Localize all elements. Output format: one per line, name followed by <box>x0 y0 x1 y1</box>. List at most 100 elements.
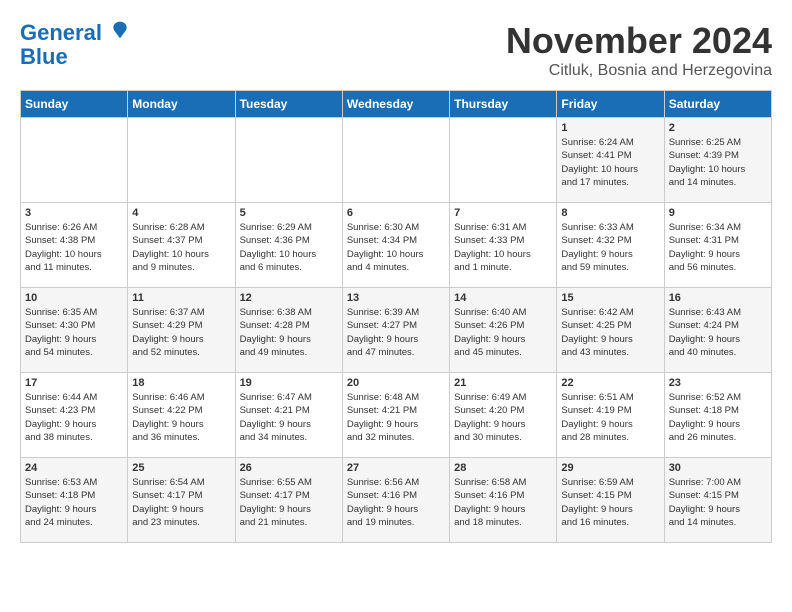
day-cell: 6 Sunrise: 6:30 AM Sunset: 4:34 PM Daylig… <box>342 203 449 288</box>
logo-text: General <box>20 20 130 45</box>
day-info: Sunrise: 6:49 AM Sunset: 4:20 PM Dayligh… <box>454 391 552 444</box>
day-cell: 12 Sunrise: 6:38 AM Sunset: 4:28 PM Dayli… <box>235 288 342 373</box>
day-info: Sunrise: 6:47 AM Sunset: 4:21 PM Dayligh… <box>240 391 338 444</box>
day-info: Sunrise: 6:35 AM Sunset: 4:30 PM Dayligh… <box>25 306 123 359</box>
day-info: Sunrise: 6:44 AM Sunset: 4:23 PM Dayligh… <box>25 391 123 444</box>
day-cell: 30Sunrise: 7:00 AM Sunset: 4:15 PM Dayli… <box>664 458 771 543</box>
day-number: 12 <box>240 292 338 304</box>
day-cell: 14 Sunrise: 6:40 AM Sunset: 4:26 PM Dayli… <box>450 288 557 373</box>
header-monday: Monday <box>128 91 235 118</box>
header-wednesday: Wednesday <box>342 91 449 118</box>
day-info: Sunrise: 6:56 AM Sunset: 4:16 PM Dayligh… <box>347 476 445 529</box>
day-cell: 8 Sunrise: 6:33 AM Sunset: 4:32 PM Daylig… <box>557 203 664 288</box>
day-info: Sunrise: 6:30 AM Sunset: 4:34 PM Dayligh… <box>347 221 445 274</box>
day-number: 26 <box>240 462 338 474</box>
day-cell: 17 Sunrise: 6:44 AM Sunset: 4:23 PM Dayli… <box>21 373 128 458</box>
day-cell: 13Sunrise: 6:39 AM Sunset: 4:27 PM Dayli… <box>342 288 449 373</box>
week-row-4: 17 Sunrise: 6:44 AM Sunset: 4:23 PM Dayli… <box>21 373 772 458</box>
day-number: 16 <box>669 292 767 304</box>
day-info: Sunrise: 6:38 AM Sunset: 4:28 PM Dayligh… <box>240 306 338 359</box>
day-number: 2 <box>669 122 767 134</box>
day-info: Sunrise: 6:39 AM Sunset: 4:27 PM Dayligh… <box>347 306 445 359</box>
week-row-2: 3Sunrise: 6:26 AM Sunset: 4:38 PM Daylig… <box>21 203 772 288</box>
day-number: 17 <box>25 377 123 389</box>
day-info: Sunrise: 6:53 AM Sunset: 4:18 PM Dayligh… <box>25 476 123 529</box>
day-info: Sunrise: 6:55 AM Sunset: 4:17 PM Dayligh… <box>240 476 338 529</box>
day-cell: 11 Sunrise: 6:37 AM Sunset: 4:29 PM Dayli… <box>128 288 235 373</box>
day-cell <box>235 118 342 203</box>
day-cell: 16 Sunrise: 6:43 AM Sunset: 4:24 PM Dayli… <box>664 288 771 373</box>
day-info: Sunrise: 6:46 AM Sunset: 4:22 PM Dayligh… <box>132 391 230 444</box>
month-title: November 2024 <box>506 20 772 62</box>
calendar-table: SundayMondayTuesdayWednesdayThursdayFrid… <box>20 90 772 543</box>
day-number: 28 <box>454 462 552 474</box>
day-cell: 3Sunrise: 6:26 AM Sunset: 4:38 PM Daylig… <box>21 203 128 288</box>
day-number: 15 <box>561 292 659 304</box>
day-number: 10 <box>25 292 123 304</box>
day-cell: 29 Sunrise: 6:59 AM Sunset: 4:15 PM Dayli… <box>557 458 664 543</box>
day-info: Sunrise: 6:52 AM Sunset: 4:18 PM Dayligh… <box>669 391 767 444</box>
day-info: Sunrise: 6:51 AM Sunset: 4:19 PM Dayligh… <box>561 391 659 444</box>
day-number: 27 <box>347 462 445 474</box>
day-info: Sunrise: 6:40 AM Sunset: 4:26 PM Dayligh… <box>454 306 552 359</box>
day-info: Sunrise: 6:59 AM Sunset: 4:15 PM Dayligh… <box>561 476 659 529</box>
day-number: 20 <box>347 377 445 389</box>
day-number: 19 <box>240 377 338 389</box>
day-number: 21 <box>454 377 552 389</box>
day-cell: 15 Sunrise: 6:42 AM Sunset: 4:25 PM Dayli… <box>557 288 664 373</box>
day-cell: 19 Sunrise: 6:47 AM Sunset: 4:21 PM Dayli… <box>235 373 342 458</box>
day-number: 14 <box>454 292 552 304</box>
header-thursday: Thursday <box>450 91 557 118</box>
day-cell: 7Sunrise: 6:31 AM Sunset: 4:33 PM Daylig… <box>450 203 557 288</box>
location-subtitle: Citluk, Bosnia and Herzegovina <box>506 62 772 80</box>
header-saturday: Saturday <box>664 91 771 118</box>
day-number: 6 <box>347 207 445 219</box>
header-friday: Friday <box>557 91 664 118</box>
day-info: Sunrise: 6:29 AM Sunset: 4:36 PM Dayligh… <box>240 221 338 274</box>
day-cell: 4Sunrise: 6:28 AM Sunset: 4:37 PM Daylig… <box>128 203 235 288</box>
header-tuesday: Tuesday <box>235 91 342 118</box>
title-section: November 2024 Citluk, Bosnia and Herzego… <box>506 20 772 80</box>
day-cell: 1 Sunrise: 6:24 AM Sunset: 4:41 PM Daylig… <box>557 118 664 203</box>
day-number: 25 <box>132 462 230 474</box>
day-cell <box>450 118 557 203</box>
day-info: Sunrise: 6:54 AM Sunset: 4:17 PM Dayligh… <box>132 476 230 529</box>
day-cell <box>342 118 449 203</box>
logo-line2: Blue <box>20 45 130 69</box>
day-number: 1 <box>561 122 659 134</box>
day-cell: 21 Sunrise: 6:49 AM Sunset: 4:20 PM Dayli… <box>450 373 557 458</box>
day-info: Sunrise: 6:24 AM Sunset: 4:41 PM Dayligh… <box>561 136 659 189</box>
day-number: 30 <box>669 462 767 474</box>
day-info: Sunrise: 6:48 AM Sunset: 4:21 PM Dayligh… <box>347 391 445 444</box>
day-number: 11 <box>132 292 230 304</box>
day-cell: 23 Sunrise: 6:52 AM Sunset: 4:18 PM Dayli… <box>664 373 771 458</box>
day-info: Sunrise: 6:58 AM Sunset: 4:16 PM Dayligh… <box>454 476 552 529</box>
page-header: General Blue November 2024 Citluk, Bosni… <box>20 20 772 80</box>
day-number: 18 <box>132 377 230 389</box>
day-number: 9 <box>669 207 767 219</box>
day-cell: 26 Sunrise: 6:55 AM Sunset: 4:17 PM Dayli… <box>235 458 342 543</box>
day-cell: 25 Sunrise: 6:54 AM Sunset: 4:17 PM Dayli… <box>128 458 235 543</box>
calendar-header-row: SundayMondayTuesdayWednesdayThursdayFrid… <box>21 91 772 118</box>
day-number: 29 <box>561 462 659 474</box>
day-info: Sunrise: 6:42 AM Sunset: 4:25 PM Dayligh… <box>561 306 659 359</box>
day-info: Sunrise: 6:43 AM Sunset: 4:24 PM Dayligh… <box>669 306 767 359</box>
day-cell: 18 Sunrise: 6:46 AM Sunset: 4:22 PM Dayli… <box>128 373 235 458</box>
day-number: 7 <box>454 207 552 219</box>
day-info: Sunrise: 6:33 AM Sunset: 4:32 PM Dayligh… <box>561 221 659 274</box>
day-info: Sunrise: 6:26 AM Sunset: 4:38 PM Dayligh… <box>25 221 123 274</box>
day-number: 24 <box>25 462 123 474</box>
week-row-3: 10 Sunrise: 6:35 AM Sunset: 4:30 PM Dayli… <box>21 288 772 373</box>
day-cell: 20 Sunrise: 6:48 AM Sunset: 4:21 PM Dayli… <box>342 373 449 458</box>
day-cell: 2 Sunrise: 6:25 AM Sunset: 4:39 PM Daylig… <box>664 118 771 203</box>
day-cell: 9Sunrise: 6:34 AM Sunset: 4:31 PM Daylig… <box>664 203 771 288</box>
day-number: 4 <box>132 207 230 219</box>
day-number: 23 <box>669 377 767 389</box>
day-number: 22 <box>561 377 659 389</box>
day-cell: 10 Sunrise: 6:35 AM Sunset: 4:30 PM Dayli… <box>21 288 128 373</box>
header-sunday: Sunday <box>21 91 128 118</box>
day-number: 8 <box>561 207 659 219</box>
day-info: Sunrise: 6:25 AM Sunset: 4:39 PM Dayligh… <box>669 136 767 189</box>
day-number: 5 <box>240 207 338 219</box>
day-info: Sunrise: 6:37 AM Sunset: 4:29 PM Dayligh… <box>132 306 230 359</box>
